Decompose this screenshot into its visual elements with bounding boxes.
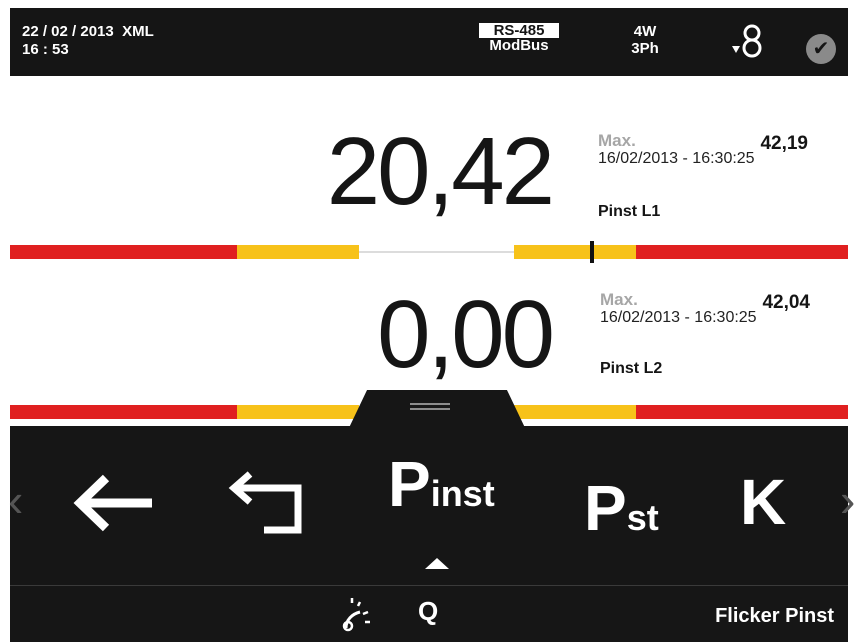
- bar-segment-normal: [359, 251, 514, 253]
- parameter-label: Pinst L1: [598, 203, 661, 220]
- comm-mode: ModBus: [489, 37, 549, 54]
- quality-button[interactable]: Q: [418, 596, 438, 627]
- bar-segment-warning-low: [237, 405, 359, 419]
- status-bar: 22 / 02 / 2013 XML 16 : 53 RS-485 ModBus…: [10, 8, 848, 76]
- bar-segment-alarm-high: [636, 245, 848, 259]
- k-label: K: [740, 466, 787, 538]
- max-label: Max.: [598, 131, 636, 150]
- drag-handle-line: [410, 408, 450, 410]
- screen-title: Flicker Pinst: [715, 605, 834, 627]
- back-arrow-icon[interactable]: [70, 472, 156, 534]
- pst-main: P: [584, 472, 627, 544]
- wiring-block: 4W 3Ph: [625, 23, 665, 57]
- comm-block: RS-485 ModBus: [473, 23, 565, 54]
- reading-value-l2: 0,00: [377, 281, 555, 388]
- time-text: 16 : 53: [22, 41, 69, 58]
- current-sensor-icon: [732, 24, 762, 58]
- bar-segment-alarm-low: [10, 405, 237, 419]
- parameter-label: Pinst L2: [600, 360, 663, 377]
- date-text: 22 / 02 / 2013: [22, 23, 114, 40]
- power-quality-icon[interactable]: [338, 594, 378, 634]
- bar-segment-warning-high: [514, 245, 636, 259]
- max-label: Max.: [600, 290, 638, 309]
- scroll-right-icon[interactable]: ›: [840, 470, 854, 530]
- k-button[interactable]: K: [740, 470, 786, 534]
- datetime-block: 22 / 02 / 2013 XML 16 : 53: [22, 23, 154, 59]
- check-icon[interactable]: ✔: [806, 34, 836, 64]
- pinst-main: P: [388, 448, 431, 520]
- scroll-left-icon[interactable]: ‹: [8, 470, 23, 530]
- comm-protocol: RS-485: [479, 23, 559, 38]
- bar-marker: [590, 241, 595, 263]
- menu-divider: [10, 585, 848, 586]
- max-datetime: 16/02/2013 - 16:30:25: [598, 150, 755, 167]
- selected-indicator-icon: [425, 558, 449, 569]
- reading-value-l1: 20,42: [326, 118, 555, 225]
- bar-segment-warning-high: [514, 405, 636, 419]
- return-arrow-icon[interactable]: [228, 468, 314, 540]
- max-value: 42,04: [762, 292, 810, 313]
- drag-handle-line: [410, 403, 450, 405]
- format-text: XML: [122, 23, 154, 40]
- pinst-button[interactable]: Pinst: [388, 452, 495, 516]
- bar-segment-alarm-low: [10, 245, 237, 259]
- bar-segment-warning-low: [237, 245, 359, 259]
- menu-pull-tab[interactable]: [347, 390, 527, 430]
- bar-segment-alarm-high: [636, 405, 848, 419]
- pst-button[interactable]: Pst: [584, 476, 659, 540]
- pst-sub: st: [626, 497, 659, 538]
- max-value: 42,19: [760, 133, 808, 154]
- pinst-sub: inst: [430, 473, 495, 514]
- wiring-line2: 3Ph: [631, 40, 659, 57]
- level-bar-l1: [10, 241, 848, 263]
- wiring-line1: 4W: [633, 23, 657, 40]
- max-datetime: 16/02/2013 - 16:30:25: [600, 309, 757, 326]
